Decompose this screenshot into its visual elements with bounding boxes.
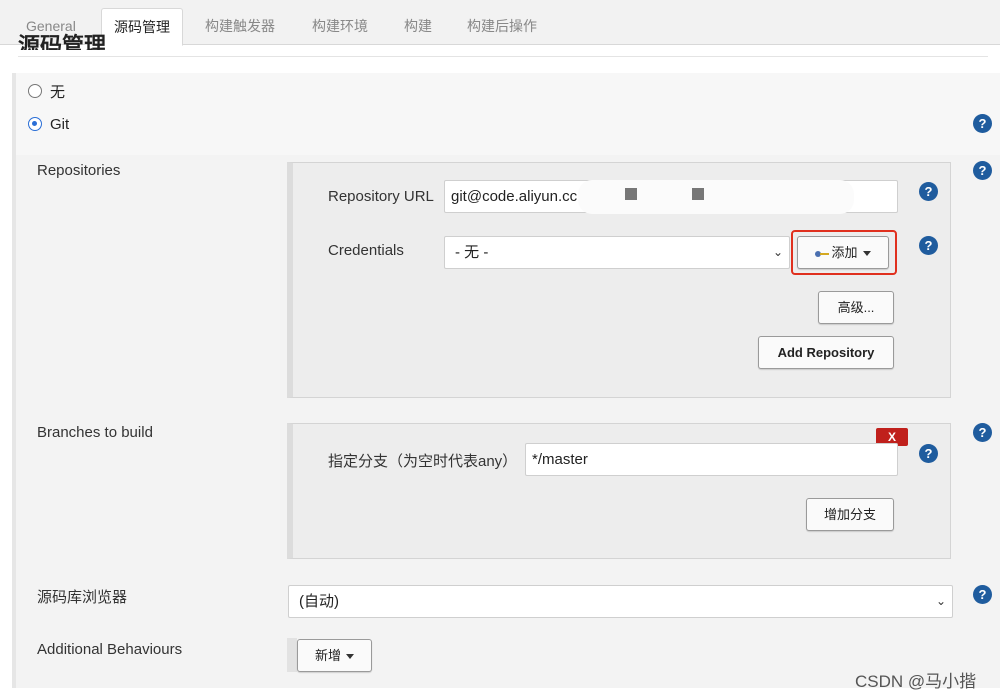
repository-url-label: Repository URL (328, 188, 434, 205)
branch-specifier-help-icon[interactable]: ? (919, 444, 938, 463)
scm-option-none[interactable]: 无 (28, 81, 65, 101)
credentials-select[interactable]: - 无 - ⌄ (444, 236, 790, 269)
radio-git[interactable] (28, 117, 42, 131)
redaction-mark (625, 188, 637, 200)
tab-build-environment[interactable]: 构建环境 (300, 8, 380, 46)
behaviours-indent (287, 638, 297, 672)
branch-specifier-label: 指定分支（为空时代表any） (328, 453, 518, 470)
add-behaviour-label: 新增 (314, 648, 341, 663)
add-credentials-label: 添加 (831, 245, 858, 260)
tab-build-triggers[interactable]: 构建触发器 (193, 8, 287, 46)
additional-behaviours-label: Additional Behaviours (37, 641, 183, 658)
branch-specifier-input[interactable]: */master (525, 443, 898, 476)
advanced-button[interactable]: 高级... (818, 291, 894, 324)
caret-down-icon (862, 251, 871, 257)
tab-post-build[interactable]: 构建后操作 (455, 8, 549, 46)
scm-option-git-label: Git (50, 115, 70, 133)
add-branch-button[interactable]: 增加分支 (806, 498, 894, 531)
repositories-help-icon[interactable]: ? (973, 161, 992, 180)
repository-url-help-icon[interactable]: ? (919, 182, 938, 201)
key-icon (815, 249, 830, 259)
radio-none[interactable] (28, 84, 42, 98)
section-divider (18, 56, 988, 57)
branches-label: Branches to build (37, 424, 153, 441)
add-behaviour-button[interactable]: 新增 (297, 639, 372, 672)
repo-browser-help-icon[interactable]: ? (973, 585, 992, 604)
scm-option-none-label: 无 (50, 83, 66, 101)
caret-down-icon (346, 654, 354, 660)
repo-browser-value: (自动) (299, 593, 339, 610)
tab-bar: General 源码管理 构建触发器 构建环境 构建 构建后操作 (0, 0, 1000, 46)
add-repository-button[interactable]: Add Repository (758, 336, 894, 369)
add-credentials-button[interactable]: 添加 (797, 236, 889, 269)
credentials-label: Credentials (328, 242, 404, 259)
section-title: 源码管理 (18, 33, 107, 50)
chevron-down-icon: ⌄ (935, 594, 946, 608)
repositories-label: Repositories (37, 162, 121, 179)
scm-option-git[interactable]: Git (28, 114, 69, 134)
watermark: CSDN @马小揩 (855, 672, 977, 691)
credentials-help-icon[interactable]: ? (919, 236, 938, 255)
credentials-select-value: - 无 - (455, 244, 489, 261)
git-help-icon[interactable]: ? (973, 114, 992, 133)
tab-source-control[interactable]: 源码管理 (101, 8, 183, 46)
redaction-mask (578, 180, 854, 214)
branches-help-icon[interactable]: ? (973, 423, 992, 442)
repo-browser-label: 源码库浏览器 (37, 589, 128, 606)
redaction-mark (692, 188, 704, 200)
chevron-down-icon: ⌄ (772, 245, 783, 259)
repo-browser-select[interactable]: (自动) ⌄ (288, 585, 953, 618)
tab-build[interactable]: 构建 (392, 8, 444, 46)
